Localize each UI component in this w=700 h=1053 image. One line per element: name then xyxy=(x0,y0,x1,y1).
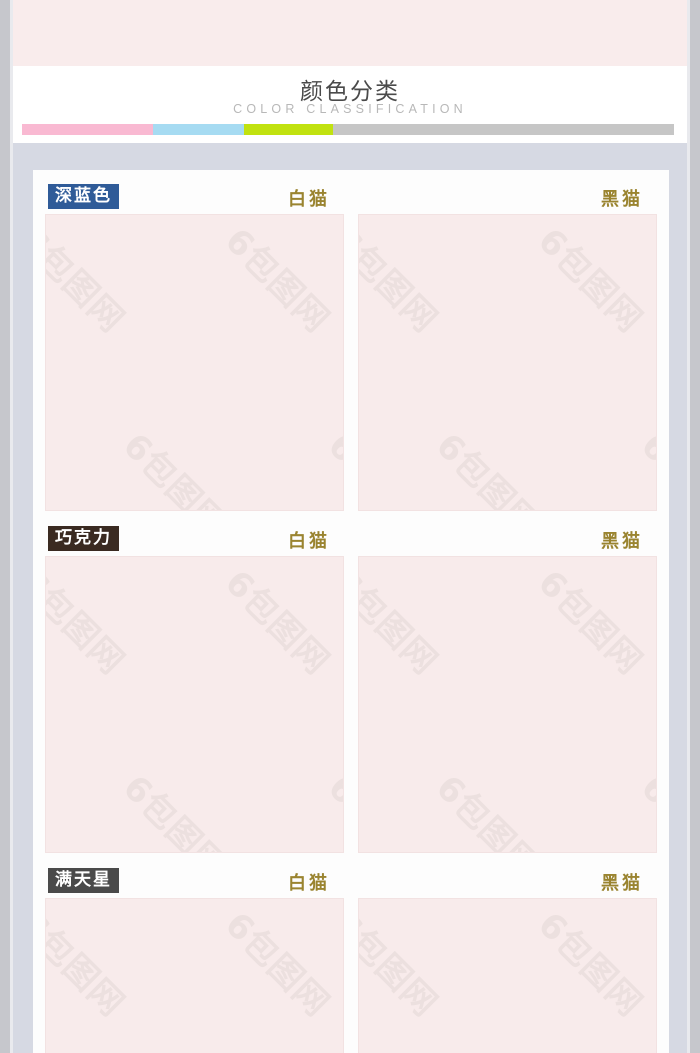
watermark-text: 6包图网 xyxy=(632,767,657,853)
green-segment xyxy=(244,124,333,135)
watermark-text: 6包图网 xyxy=(45,562,133,683)
black-cat-label: 黑猫 xyxy=(601,873,643,894)
color-tag-badge[interactable]: 深蓝色 xyxy=(48,184,119,209)
watermark-text: 6包图网 xyxy=(530,904,651,1025)
photo-dark-blue-white-cat[interactable]: 6包图网6包图网6包图网6包图网6包图网6包图网6包图网6包图网6包图网6包图网… xyxy=(45,214,344,511)
section-header: 巧克力 白猫 黑猫 xyxy=(33,526,669,556)
black-cat-label: 黑猫 xyxy=(601,531,643,552)
watermark-text: 6包图网 xyxy=(45,904,133,1025)
watermark-text: 6包图网 xyxy=(114,767,235,853)
watermark-text: 6包图网 xyxy=(358,562,446,683)
watermark-text: 6包图网 xyxy=(114,425,235,511)
gray-segment xyxy=(333,124,674,135)
product-section: 巧克力 白猫 黑猫 6包图网 6包图网 6包图网 6包图网 6包图网 6包图网 6包图网 6包… xyxy=(33,526,669,853)
watermark-text: 6包图网 xyxy=(217,220,338,341)
white-cat-label: 白猫 xyxy=(288,531,330,552)
watermark-text: 6包图网 xyxy=(530,562,651,683)
photo-chocolate-black-cat[interactable]: 6包图网6包图网6包图网6包图网6包图网6包图网6包图网6包图网6包图网6包图网… xyxy=(358,556,657,853)
pink-segment xyxy=(22,124,153,135)
watermark-text: 6包图网 xyxy=(358,904,446,1025)
watermark-text: 6包图网 xyxy=(632,425,657,511)
page-title-cn: 颜色分类 xyxy=(300,79,400,105)
white-cat-label: 白猫 xyxy=(288,189,330,210)
product-card: 深蓝色 白猫 黑猫 6包图网 6包图网 6包图网 6包图网 6包图网 6包图网 6包图网 6包… xyxy=(33,170,669,1053)
watermark-text: 6包图网 xyxy=(217,904,338,1025)
watermark-text: 6包图网 xyxy=(530,220,651,341)
watermark-text: 6包图网 xyxy=(427,425,548,511)
color-swatch-bar xyxy=(22,124,674,135)
photo-babysbreath-white-cat[interactable]: 6包图网6包图网6包图网6包图网6包图网6包图网6包图网6包图网6包图网6包图网… xyxy=(45,898,344,1053)
watermark-text: 6包图网 xyxy=(319,767,344,853)
watermark-text: 6包图网 xyxy=(427,767,548,853)
product-section: 深蓝色 白猫 黑猫 6包图网 6包图网 6包图网 6包图网 6包图网 6包图网 6包图网 6包… xyxy=(33,184,669,511)
section-header: 满天星 白猫 黑猫 xyxy=(33,868,669,898)
black-cat-label: 黑猫 xyxy=(601,189,643,210)
detail-page: 颜色分类 COLOR CLASSIFICATION 深蓝色 白猫 黑猫 6包图网… xyxy=(0,0,700,1053)
watermark-text: 6包图网 xyxy=(45,220,133,341)
photo-dark-blue-black-cat[interactable]: 6包图网6包图网6包图网6包图网6包图网6包图网6包图网6包图网6包图网6包图网… xyxy=(358,214,657,511)
section-body: 6包图网6包图网6包图网6包图网6包图网6包图网6包图网6包图网6包图网6包图网… xyxy=(33,556,669,853)
product-section: 满天星 白猫 黑猫 6包图网6包图网6包图网6包图网6包图网6包图网6包图网6包… xyxy=(33,868,669,1053)
photo-babysbreath-black-cat[interactable]: 6包图网6包图网6包图网6包图网6包图网6包图网6包图网6包图网6包图网6包图网… xyxy=(358,898,657,1053)
section-body: 6包图网6包图网6包图网6包图网6包图网6包图网6包图网6包图网6包图网6包图网… xyxy=(33,214,669,511)
watermark-text: 6包图网 xyxy=(358,220,446,341)
watermark-text: 6包图网 xyxy=(217,562,338,683)
top-banner-bleed xyxy=(13,0,687,66)
photo-chocolate-white-cat[interactable]: 6包图网6包图网6包图网6包图网6包图网6包图网6包图网6包图网6包图网6包图网… xyxy=(45,556,344,853)
right-rail xyxy=(687,0,690,1053)
section-body: 6包图网6包图网6包图网6包图网6包图网6包图网6包图网6包图网6包图网6包图网… xyxy=(33,898,669,1053)
watermark-text: 6包图网 xyxy=(319,425,344,511)
color-tag-badge[interactable]: 满天星 xyxy=(48,868,119,893)
color-tag-badge[interactable]: 巧克力 xyxy=(48,526,119,551)
page-title-en: COLOR CLASSIFICATION xyxy=(233,102,467,116)
section-header: 深蓝色 白猫 黑猫 xyxy=(33,184,669,214)
blue-segment xyxy=(153,124,244,135)
white-cat-label: 白猫 xyxy=(288,873,330,894)
